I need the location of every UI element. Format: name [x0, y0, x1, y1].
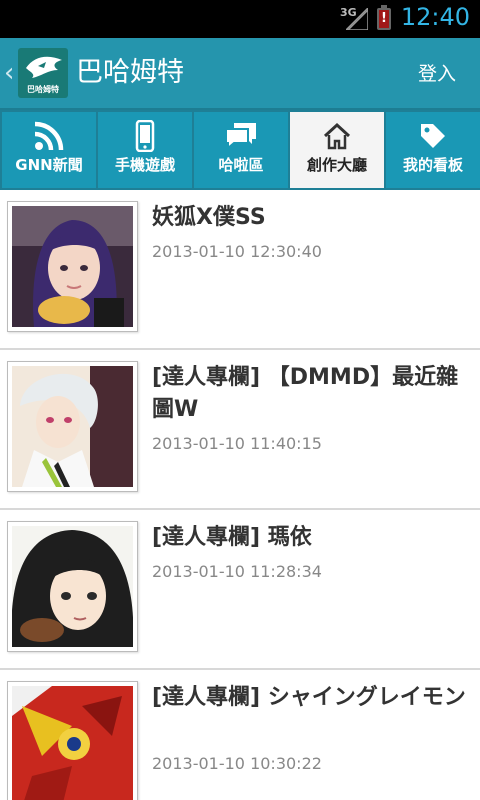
article-date: 2013-01-10 10:30:22 [152, 754, 322, 773]
status-bar: 3G ! 12:40 [0, 0, 480, 38]
tab-label: 創作大廳 [306, 156, 367, 174]
article-title: 妖狐X僕SS [152, 205, 266, 230]
article-title: [達人專欄] 【DMMD】最近雜圖W [152, 365, 459, 422]
tab-bar: GNN新聞 手機遊戲 哈啦區 創作大廳 我的看板 [0, 110, 480, 190]
article-date: 2013-01-10 11:40:15 [152, 434, 322, 453]
article-list: 妖狐X僕SS 2013-01-10 12:30:40 [達人專欄] 【DMMD】… [0, 190, 480, 800]
signal-icon [346, 8, 368, 30]
thumbnail [7, 681, 138, 800]
back-chevron-icon[interactable]: ‹ [4, 58, 14, 88]
list-item[interactable]: 妖狐X僕SS 2013-01-10 12:30:40 [0, 190, 480, 350]
phone-icon [135, 120, 155, 152]
thumbnail [7, 201, 138, 332]
anime-girl-image [12, 526, 133, 647]
login-button[interactable]: 登入 [418, 62, 456, 86]
anime-boy-image [12, 366, 133, 487]
app-logo[interactable]: 巴哈姆特 [18, 48, 68, 98]
tab-gnn-news[interactable]: GNN新聞 [2, 112, 96, 188]
tab-label: 手機遊戲 [114, 156, 175, 174]
list-item[interactable]: [達人專欄] 瑪依 2013-01-10 11:28:34 [0, 510, 480, 670]
tab-forum[interactable]: 哈啦區 [194, 112, 288, 188]
home-icon [323, 122, 351, 150]
thumbnail [7, 521, 138, 652]
article-date: 2013-01-10 12:30:40 [152, 242, 322, 261]
tab-label: 我的看板 [402, 156, 463, 174]
cosplay-girl-image [12, 206, 133, 327]
article-title: [達人專欄] 瑪依 [152, 525, 312, 550]
app-bar: ‹ 巴哈姆特 巴哈姆特 登入 [0, 38, 480, 110]
clock: 12:40 [400, 3, 470, 31]
tab-my-boards[interactable]: 我的看板 [386, 112, 480, 188]
tab-creation-hall[interactable]: 創作大廳 [290, 112, 384, 188]
logo-text: 巴哈姆特 [27, 85, 59, 94]
list-item[interactable]: [達人專欄] 【DMMD】最近雜圖W 2013-01-10 11:40:15 [0, 350, 480, 510]
digimon-image [12, 686, 133, 800]
tab-label: GNN新聞 [15, 156, 83, 174]
tab-label: 哈啦區 [218, 156, 264, 174]
battery-low-icon: ! [377, 5, 391, 30]
tag-icon [421, 124, 445, 148]
tab-mobile-games[interactable]: 手機遊戲 [98, 112, 192, 188]
article-title: [達人專欄] シャイングレイモン [152, 685, 466, 710]
article-date: 2013-01-10 11:28:34 [152, 562, 322, 581]
app-title: 巴哈姆特 [76, 57, 184, 88]
list-item[interactable]: [達人專欄] シャイングレイモン 2013-01-10 10:30:22 [0, 670, 480, 800]
thumbnail [7, 361, 138, 492]
chat-icon [225, 123, 256, 151]
rss-icon [34, 121, 64, 151]
